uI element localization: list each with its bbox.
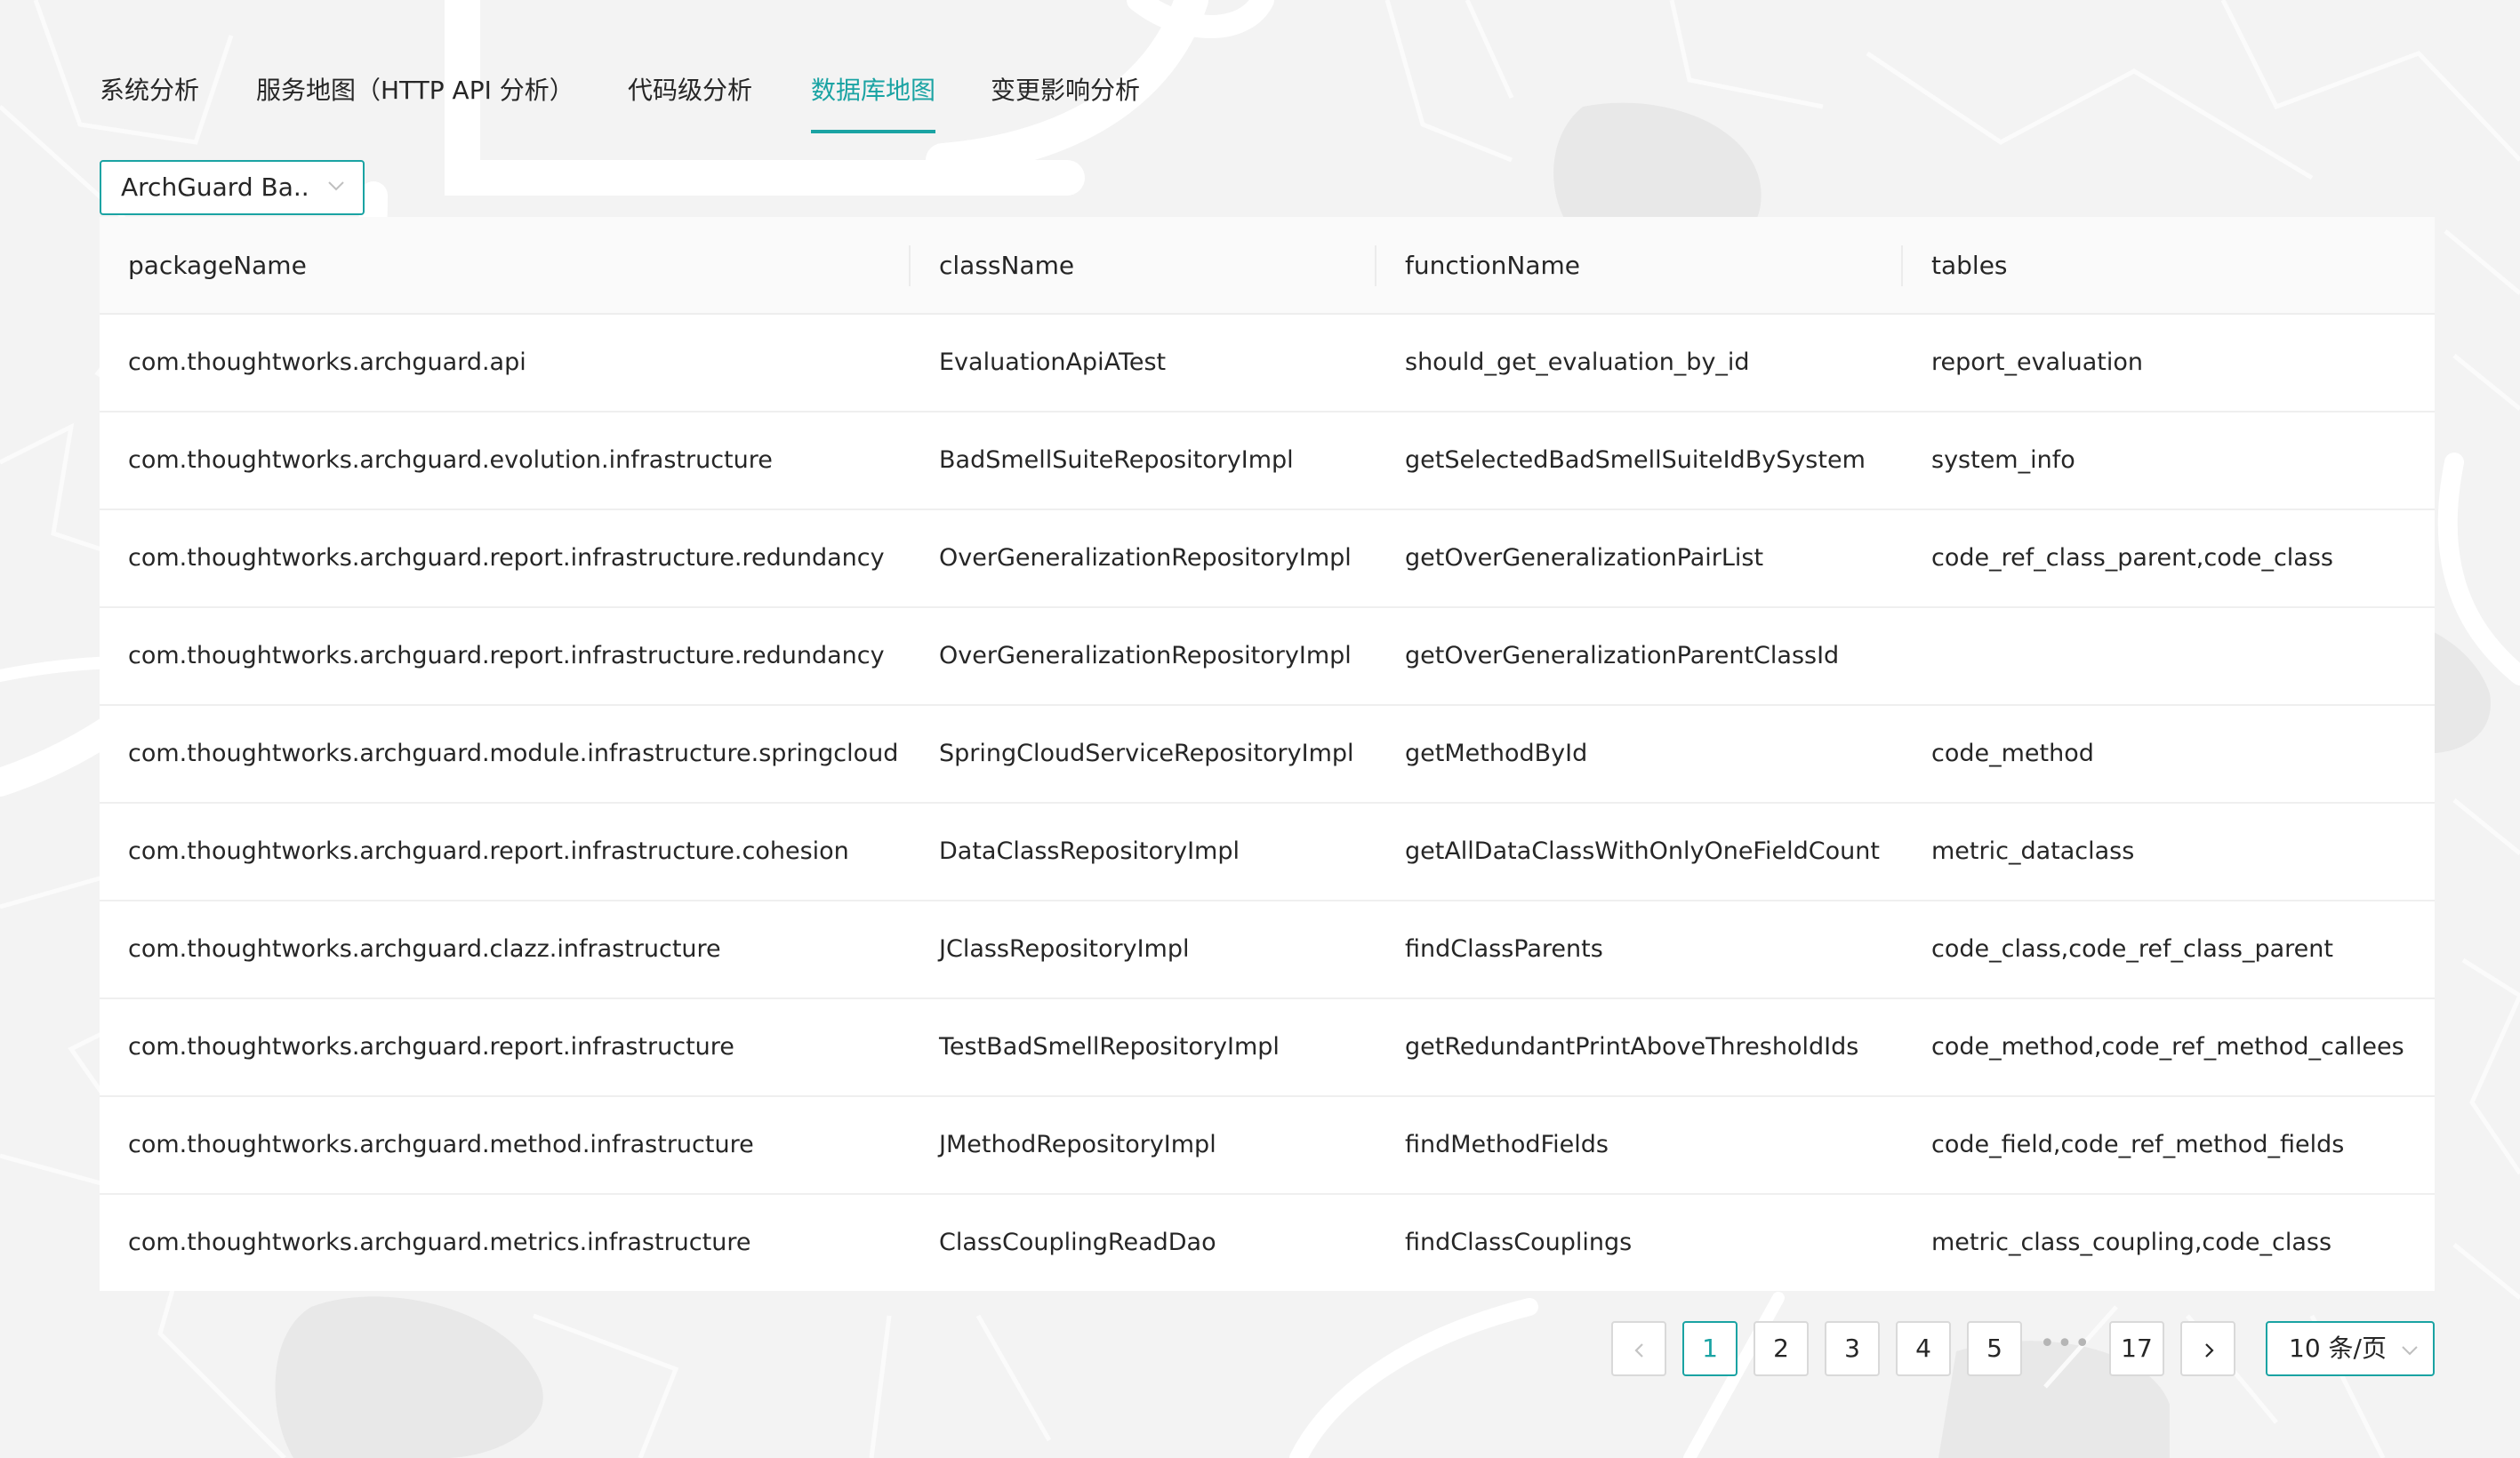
- cell-function-name: getOverGeneralizationPairList: [1405, 544, 1764, 572]
- page-button-3[interactable]: 3: [1825, 1321, 1880, 1376]
- table-row[interactable]: com.thoughtworks.archguard.module.infras…: [100, 706, 2435, 804]
- cell-tables: code_method,code_ref_method_callees: [1931, 1033, 2404, 1061]
- page-button-4[interactable]: 4: [1896, 1321, 1951, 1376]
- cell-tables: code_ref_class_parent,code_class: [1931, 544, 2333, 572]
- cell-tables: report_evaluation: [1931, 348, 2143, 376]
- cell-class-name: OverGeneralizationRepositoryImpl: [939, 642, 1352, 669]
- cell-function-name: getAllDataClassWithOnlyOneFieldCount: [1405, 837, 1880, 865]
- table-row[interactable]: com.thoughtworks.archguard.report.infras…: [100, 999, 2435, 1097]
- cell-class-name: ClassCouplingReadDao: [939, 1229, 1216, 1256]
- cell-class-name: JMethodRepositoryImpl: [939, 1131, 1216, 1158]
- table-row[interactable]: com.thoughtworks.archguard.metrics.infra…: [100, 1195, 2435, 1293]
- table-row[interactable]: com.thoughtworks.archguard.method.infras…: [100, 1097, 2435, 1195]
- chevron-down-icon: [328, 181, 344, 191]
- tab-code-analysis[interactable]: 代码级分析: [628, 71, 752, 133]
- column-header-tables[interactable]: tables: [1931, 217, 2008, 315]
- database-map-table: packageName className functionName table…: [100, 217, 2435, 1291]
- cell-class-name: OverGeneralizationRepositoryImpl: [939, 544, 1352, 572]
- cell-package-name: com.thoughtworks.archguard.report.infras…: [128, 544, 885, 572]
- cell-function-name: findMethodFields: [1405, 1131, 1609, 1158]
- cell-tables: code_field,code_ref_method_fields: [1931, 1131, 2345, 1158]
- table-row[interactable]: com.thoughtworks.archguard.clazz.infrast…: [100, 901, 2435, 999]
- system-select[interactable]: ArchGuard Ba...: [100, 160, 365, 215]
- table-row[interactable]: com.thoughtworks.archguard.report.infras…: [100, 804, 2435, 901]
- cell-tables: system_info: [1931, 446, 2075, 474]
- chevron-right-icon: [2205, 1343, 2214, 1358]
- cell-tables: code_method: [1931, 740, 2094, 767]
- table-row[interactable]: com.thoughtworks.archguard.report.infras…: [100, 510, 2435, 608]
- page-button-2[interactable]: 2: [1754, 1321, 1809, 1376]
- tab-change-impact-analysis[interactable]: 变更影响分析: [991, 71, 1140, 133]
- cell-package-name: com.thoughtworks.archguard.evolution.inf…: [128, 446, 773, 474]
- cell-function-name: getRedundantPrintAboveThresholdIds: [1405, 1033, 1859, 1061]
- table-row[interactable]: com.thoughtworks.archguard.api Evaluatio…: [100, 315, 2435, 413]
- table-row[interactable]: com.thoughtworks.archguard.evolution.inf…: [100, 413, 2435, 510]
- tab-database-map[interactable]: 数据库地图: [811, 71, 936, 133]
- cell-package-name: com.thoughtworks.archguard.method.infras…: [128, 1131, 754, 1158]
- cell-class-name: DataClassRepositoryImpl: [939, 837, 1240, 865]
- column-divider: [1375, 245, 1376, 286]
- cell-function-name: findClassParents: [1405, 935, 1603, 963]
- cell-tables: metric_dataclass: [1931, 837, 2135, 865]
- cell-function-name: getMethodById: [1405, 740, 1588, 767]
- cell-function-name: getSelectedBadSmellSuiteIdBySystem: [1405, 446, 1866, 474]
- cell-package-name: com.thoughtworks.archguard.clazz.infrast…: [128, 935, 721, 963]
- table-row[interactable]: com.thoughtworks.archguard.report.infras…: [100, 608, 2435, 706]
- column-divider: [1901, 245, 1903, 286]
- cell-package-name: com.thoughtworks.archguard.module.infras…: [128, 740, 899, 767]
- cell-class-name: SpringCloudServiceRepositoryImpl: [939, 740, 1354, 767]
- page-size-select[interactable]: 10 条/页: [2266, 1321, 2435, 1376]
- chevron-left-icon: [1634, 1343, 1643, 1358]
- cell-class-name: TestBadSmellRepositoryImpl: [939, 1033, 1280, 1061]
- cell-tables: code_class,code_ref_class_parent: [1931, 935, 2333, 963]
- cell-function-name: findClassCouplings: [1405, 1229, 1633, 1256]
- prev-page-button[interactable]: [1611, 1321, 1666, 1376]
- tab-system-analysis[interactable]: 系统分析: [100, 71, 199, 133]
- table-header: packageName className functionName table…: [100, 217, 2435, 315]
- cell-class-name: BadSmellSuiteRepositoryImpl: [939, 446, 1294, 474]
- cell-function-name: should_get_evaluation_by_id: [1405, 348, 1750, 376]
- tab-service-map[interactable]: 服务地图（HTTP API 分析）: [256, 71, 574, 133]
- cell-package-name: com.thoughtworks.archguard.report.infras…: [128, 837, 849, 865]
- cell-package-name: com.thoughtworks.archguard.report.infras…: [128, 642, 885, 669]
- cell-function-name: getOverGeneralizationParentClassId: [1405, 642, 1840, 669]
- next-page-button[interactable]: [2180, 1321, 2235, 1376]
- cell-class-name: EvaluationApiATest: [939, 348, 1167, 376]
- column-divider: [909, 245, 911, 286]
- cell-class-name: JClassRepositoryImpl: [939, 935, 1190, 963]
- column-header-packagename[interactable]: packageName: [128, 217, 307, 315]
- cell-package-name: com.thoughtworks.archguard.report.infras…: [128, 1033, 734, 1061]
- cell-package-name: com.thoughtworks.archguard.api: [128, 348, 526, 376]
- column-header-functionname[interactable]: functionName: [1405, 217, 1580, 315]
- page-button-1[interactable]: 1: [1682, 1321, 1738, 1376]
- page-button-5[interactable]: 5: [1967, 1321, 2022, 1376]
- cell-tables: metric_class_coupling,code_class: [1931, 1229, 2332, 1256]
- column-header-classname[interactable]: className: [939, 217, 1074, 315]
- system-select-value: ArchGuard Ba...: [121, 172, 308, 202]
- page-size-value: 10 条/页: [2289, 1334, 2387, 1363]
- cell-package-name: com.thoughtworks.archguard.metrics.infra…: [128, 1229, 751, 1256]
- chevron-down-icon: [2402, 1346, 2418, 1356]
- page-button-17[interactable]: 17: [2109, 1321, 2164, 1376]
- jump-next-ellipsis[interactable]: •••: [2038, 1321, 2093, 1376]
